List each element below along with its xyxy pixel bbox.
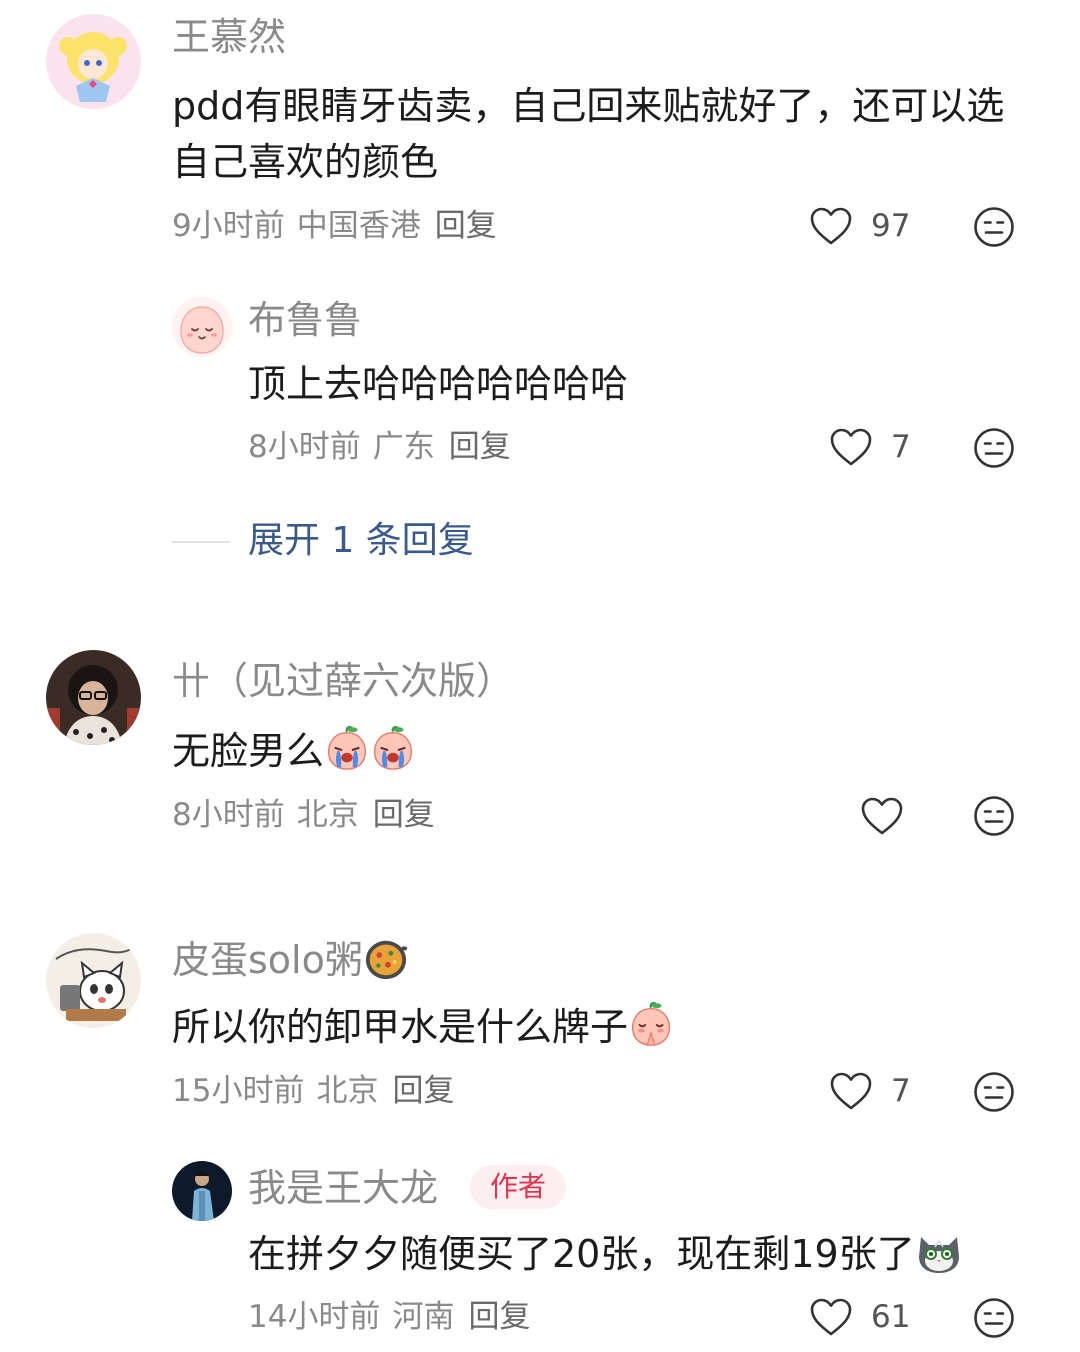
sailor-moon-avatar-icon	[46, 14, 141, 109]
avatar[interactable]	[46, 933, 141, 1028]
comment-time: 9小时前	[172, 208, 285, 244]
comment-username-text: 皮蛋solo粥	[172, 938, 363, 982]
comment-time: 8小时前	[172, 797, 285, 833]
reply-time: 8小时前	[248, 429, 361, 465]
reply-button[interactable]: 回复	[435, 208, 497, 244]
reply-username[interactable]: 布鲁鲁	[248, 298, 362, 342]
like-count: 97	[871, 208, 911, 244]
like-count: 7	[891, 1073, 911, 1109]
neutral-face-icon	[972, 205, 1016, 249]
neutral-face-icon	[972, 1296, 1016, 1340]
comment-username[interactable]: 卄（见过薛六次版）	[172, 659, 514, 703]
neutral-face-icon	[972, 426, 1016, 470]
crying-peach-emoji	[370, 724, 416, 772]
heart-outline-icon	[860, 796, 904, 836]
reply-button[interactable]: 回复	[392, 1073, 454, 1109]
comment-meta: 8小时前 北京 回复	[172, 797, 447, 833]
reply-button[interactable]: 回复	[468, 1299, 530, 1335]
reply-time: 14小时前	[248, 1299, 381, 1335]
comment-meta: 15小时前 北京 回复	[172, 1073, 466, 1109]
reply-button[interactable]: 回复	[449, 429, 511, 465]
reply-location: 广东	[372, 429, 435, 465]
reply-meta: 8小时前 广东 回复	[248, 429, 523, 465]
avatar[interactable]	[46, 650, 141, 745]
heart-outline-icon	[809, 1297, 853, 1337]
like-button[interactable]	[829, 1071, 873, 1111]
comment-location: 北京	[316, 1073, 379, 1109]
comment-text-content: 无脸男么	[172, 729, 325, 773]
expand-divider	[172, 541, 230, 543]
reply-text-content: 在拼夕夕随便买了20张，现在剩19张了	[248, 1232, 915, 1276]
comment-text: 无脸男么	[172, 723, 416, 779]
react-button[interactable]	[972, 794, 1016, 838]
comment-text: 所以你的卸甲水是什么牌子	[172, 999, 674, 1055]
heart-outline-icon	[809, 206, 853, 246]
like-button[interactable]	[860, 796, 904, 836]
avatar[interactable]	[172, 297, 232, 357]
like-button[interactable]	[809, 206, 853, 246]
like-button[interactable]	[809, 1297, 853, 1337]
like-count: 7	[891, 429, 911, 465]
reply-button[interactable]: 回复	[373, 797, 435, 833]
react-button[interactable]	[972, 1296, 1016, 1340]
author-avatar-icon	[172, 1161, 232, 1221]
paella-pan-emoji	[363, 935, 409, 981]
comment-username[interactable]: 王慕然	[172, 15, 286, 59]
neutral-face-icon	[972, 1070, 1016, 1114]
reply-location: 河南	[392, 1299, 455, 1335]
neutral-face-icon	[972, 794, 1016, 838]
praying-peach-emoji	[628, 1000, 674, 1048]
like-count: 61	[871, 1299, 911, 1335]
comment-text-content: 所以你的卸甲水是什么牌子	[172, 1005, 629, 1049]
comment-text: pdd有眼睛牙齿卖，自己回来贴就好了，还可以选自己喜欢的颜色	[172, 84, 1005, 184]
comment-time: 15小时前	[172, 1073, 305, 1109]
reply-meta: 14小时前 河南 回复	[248, 1299, 542, 1335]
author-badge: 作者	[470, 1165, 567, 1209]
react-button[interactable]	[972, 1070, 1016, 1114]
like-button[interactable]	[829, 427, 873, 467]
peach-avatar-icon	[172, 297, 232, 357]
react-button[interactable]	[972, 205, 1016, 249]
comment-location: 北京	[296, 797, 359, 833]
reply-text: 在拼夕夕随便买了20张，现在剩19张了	[248, 1226, 963, 1282]
comment-location: 中国香港	[296, 208, 421, 244]
react-button[interactable]	[972, 426, 1016, 470]
expand-replies-button[interactable]: 展开 1 条回复	[248, 519, 474, 563]
heart-outline-icon	[829, 1071, 873, 1111]
portrait-avatar-icon	[46, 650, 141, 745]
comment-username[interactable]: 皮蛋solo粥	[172, 935, 409, 982]
crying-peach-emoji	[324, 724, 370, 772]
avatar[interactable]	[172, 1161, 232, 1221]
comment-meta: 9小时前 中国香港 回复	[172, 208, 509, 244]
reply-username[interactable]: 我是王大龙	[248, 1166, 438, 1210]
cat-face-emoji	[915, 1227, 963, 1275]
heart-outline-icon	[829, 427, 873, 467]
avatar[interactable]	[46, 14, 141, 109]
reply-text: 顶上去哈哈哈哈哈哈哈	[248, 362, 629, 406]
cartoon-cat-avatar-icon	[46, 933, 141, 1028]
